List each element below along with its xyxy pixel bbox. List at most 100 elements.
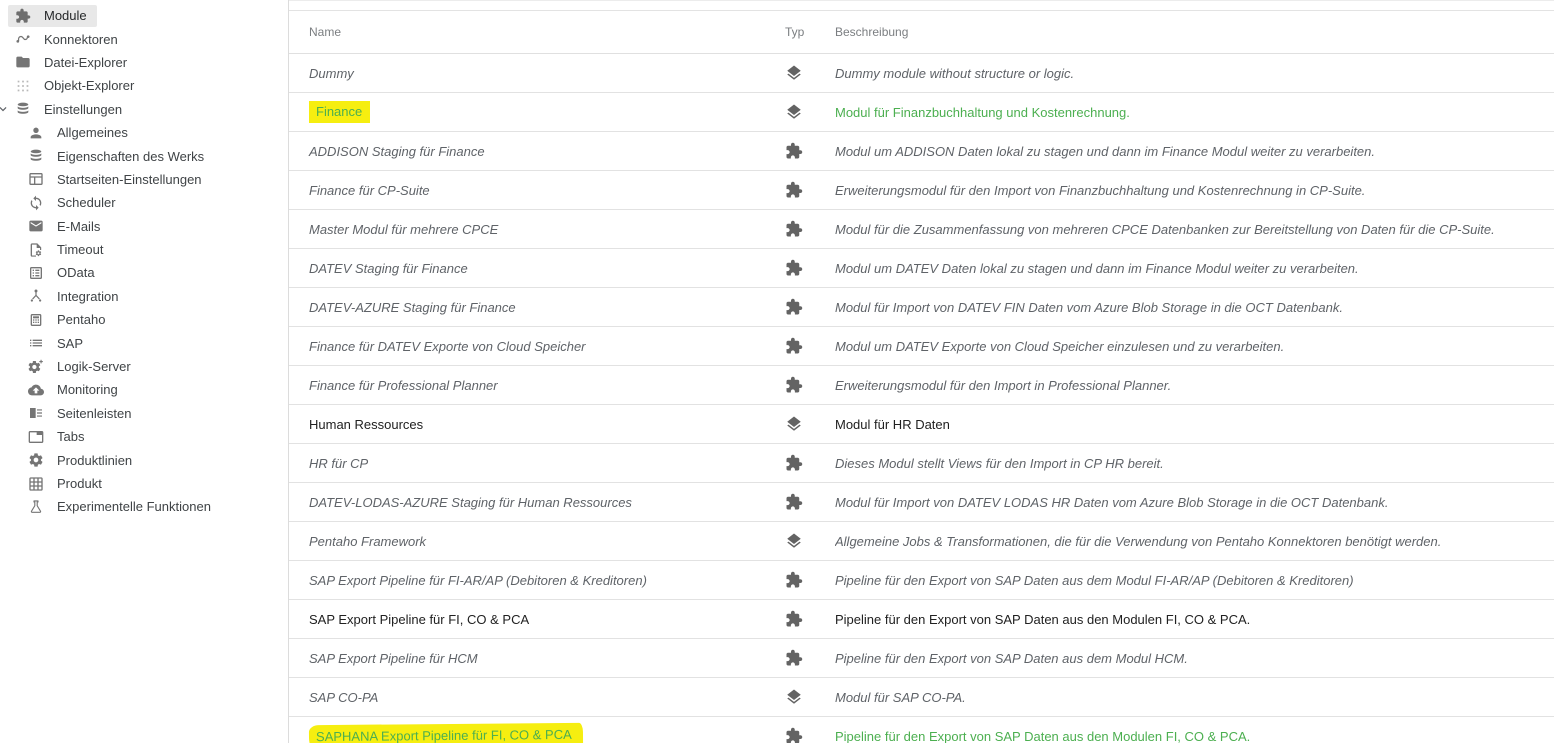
- sidebar-item-logik-server[interactable]: Logik-Server: [0, 355, 288, 378]
- sidebar-item-inner: Konnektoren: [8, 28, 128, 50]
- sidebar-item-inner: Startseiten-Einstellungen: [21, 168, 212, 190]
- module-description: Erweiterungsmodul für den Import von Fin…: [835, 183, 1365, 198]
- table-row-saphana-export-pipeline-für-fi-co-pca[interactable]: SAPHANA Export Pipeline für FI, CO & PCA…: [289, 717, 1554, 743]
- sidebar-item-objekt-explorer[interactable]: Objekt-Explorer: [0, 74, 288, 97]
- sidebar-item-inner: Eigenschaften des Werks: [21, 145, 214, 167]
- sidebar-item-datei-explorer[interactable]: Datei-Explorer: [0, 51, 288, 74]
- table-row-finance-für-cp-suite[interactable]: Finance für CP-Suite Erweiterungsmodul fü…: [289, 171, 1554, 210]
- sidebar-item-startseiten-einstellungen[interactable]: Startseiten-Einstellungen: [0, 168, 288, 191]
- module-description: Modul für die Zusammenfassung von mehrer…: [835, 222, 1495, 237]
- table-row-human-ressources[interactable]: Human RessourcesModul für HR Daten: [289, 405, 1554, 444]
- sidebar-item-label: Konnektoren: [44, 32, 118, 47]
- connector-icon: [15, 31, 31, 47]
- sidebar-item-seitenleisten[interactable]: Seitenleisten: [0, 402, 288, 425]
- table-row-sap-export-pipeline-für-hcm[interactable]: SAP Export Pipeline für HCM Pipeline für …: [289, 639, 1554, 678]
- puzzle-icon: [785, 571, 803, 589]
- module-description: Pipeline für den Export von SAP Daten au…: [835, 573, 1354, 588]
- module-name: SAPHANA Export Pipeline für FI, CO & PCA: [309, 722, 583, 743]
- sidebar-item-inner: Produkt: [21, 473, 112, 495]
- module-description: Pipeline für den Export von SAP Daten au…: [835, 651, 1188, 666]
- sidebar-item-experimentelle-funktionen[interactable]: Experimentelle Funktionen: [0, 495, 288, 518]
- sidebar-item-allgemeines[interactable]: Allgemeines: [0, 121, 288, 144]
- sidebar-item-inner: Datei-Explorer: [8, 51, 137, 73]
- module-description: Pipeline für den Export von SAP Daten au…: [835, 729, 1250, 743]
- sidebar-item-module[interactable]: Module: [0, 4, 288, 27]
- cell-typ: [785, 103, 835, 121]
- cell-beschreibung: Modul um DATEV Daten lokal zu stagen und…: [835, 261, 1554, 276]
- cell-beschreibung: Pipeline für den Export von SAP Daten au…: [835, 651, 1554, 666]
- table-row-addison-staging-für-finance[interactable]: ADDISON Staging für Finance Modul um ADDI…: [289, 132, 1554, 171]
- sidebar-item-pentaho[interactable]: Pentaho: [0, 308, 288, 331]
- sidebar-item-scheduler[interactable]: Scheduler: [0, 191, 288, 214]
- sidebar-item-inner: Experimentelle Funktionen: [21, 496, 221, 518]
- module-description: Allgemeine Jobs & Transformationen, die …: [835, 534, 1441, 549]
- table-row-datev-azure-staging-für-finance[interactable]: DATEV-AZURE Staging für FinanceModul für…: [289, 288, 1554, 327]
- module-name: ADDISON Staging für Finance: [309, 144, 485, 159]
- table-row-hr-für-cp[interactable]: HR für CPDieses Modul stellt Views für d…: [289, 444, 1554, 483]
- module-name: SAP CO-PA: [309, 690, 378, 705]
- cell-name: Finance für CP-Suite: [289, 183, 785, 198]
- sidebar-item-inner: Seitenleisten: [21, 402, 141, 424]
- cell-name: Finance für Professional Planner: [289, 378, 785, 393]
- module-description: Dieses Modul stellt Views für den Import…: [835, 456, 1164, 471]
- expander[interactable]: [0, 102, 10, 116]
- layers-icon: [785, 64, 803, 82]
- table-row-sap-export-pipeline-für-fi-co-pca[interactable]: SAP Export Pipeline für FI, CO & PCAPipe…: [289, 600, 1554, 639]
- sidebar-item-odata[interactable]: OData: [0, 261, 288, 284]
- sidebar-item-label: Monitoring: [57, 382, 118, 397]
- cell-beschreibung: Modul für die Zusammenfassung von mehrer…: [835, 222, 1554, 237]
- table-row-datev-lodas-azure-staging-für-human-ressources[interactable]: DATEV-LODAS-AZURE Staging für Human Ress…: [289, 483, 1554, 522]
- table-row-finance-für-datev-exporte-von-cloud-speicher[interactable]: Finance für DATEV Exporte von Cloud Spei…: [289, 327, 1554, 366]
- sidebar-item-label: Datei-Explorer: [44, 55, 127, 70]
- table-row-pentaho-framework[interactable]: Pentaho Framework Allgemeine Jobs & Trans…: [289, 522, 1554, 561]
- gear-icon: [28, 452, 44, 468]
- table-row-datev-staging-für-finance[interactable]: DATEV Staging für FinanceModul um DATEV …: [289, 249, 1554, 288]
- sidebar-item-produktlinien[interactable]: Produktlinien: [0, 448, 288, 471]
- sidebar-item-label: Logik-Server: [57, 359, 131, 374]
- sidebar-item-label: Startseiten-Einstellungen: [57, 172, 202, 187]
- sidebar-item-eigenschaften-des-werks[interactable]: Eigenschaften des Werks: [0, 144, 288, 167]
- module-name: SAP Export Pipeline für HCM: [309, 651, 478, 666]
- module-name: Pentaho Framework: [309, 534, 426, 549]
- table-row-sap-co-pa[interactable]: SAP CO-PAModul für SAP CO-PA.: [289, 678, 1554, 717]
- column-header-typ: Typ: [785, 25, 835, 39]
- sidebar-item-tabs[interactable]: Tabs: [0, 425, 288, 448]
- module-name: Master Modul für mehrere CPCE: [309, 222, 498, 237]
- cell-beschreibung: Erweiterungsmodul für den Import von Fin…: [835, 183, 1554, 198]
- sidebar-item-e-mails[interactable]: E-Mails: [0, 215, 288, 238]
- sidebar-item-sap[interactable]: SAP: [0, 331, 288, 354]
- table-row-sap-export-pipeline-für-fi-ar-ap-debitoren-kreditoren[interactable]: SAP Export Pipeline für FI-AR/AP (Debito…: [289, 561, 1554, 600]
- cell-beschreibung: Modul um ADDISON Daten lokal zu stagen u…: [835, 144, 1554, 159]
- cell-typ: [785, 259, 835, 277]
- table-row-finance-für-professional-planner[interactable]: Finance für Professional PlannerErweiter…: [289, 366, 1554, 405]
- sidebar-item-label: Objekt-Explorer: [44, 78, 134, 93]
- cell-beschreibung: Modul für Finanzbuchhaltung und Kostenre…: [835, 105, 1554, 120]
- module-description: Dummy module without structure or logic.: [835, 66, 1074, 81]
- person-icon: [28, 125, 44, 141]
- puzzle-icon: [785, 337, 803, 355]
- table-row-master-modul-für-mehrere-cpce[interactable]: Master Modul für mehrere CPCE Modul für d…: [289, 210, 1554, 249]
- sidebar-item-monitoring[interactable]: Monitoring: [0, 378, 288, 401]
- layers-icon: [785, 688, 803, 706]
- flask-icon: [28, 499, 44, 515]
- puzzle-icon: [785, 454, 803, 472]
- sidebar-item-inner: Objekt-Explorer: [8, 75, 144, 97]
- sidebar-item-label: SAP: [57, 336, 83, 351]
- sidebar-item-inner: Monitoring: [21, 379, 128, 401]
- tab-icon: [28, 429, 44, 445]
- sidebar-item-konnektoren[interactable]: Konnektoren: [0, 27, 288, 50]
- puzzle-icon: [785, 610, 803, 628]
- cell-name: Finance für DATEV Exporte von Cloud Spei…: [289, 339, 785, 354]
- sidebar-item-timeout[interactable]: Timeout: [0, 238, 288, 261]
- module-name: DATEV-LODAS-AZURE Staging für Human Ress…: [309, 495, 632, 510]
- cell-typ: [785, 298, 835, 316]
- sidebar-item-label: Produktlinien: [57, 453, 132, 468]
- sidebar-item-produkt[interactable]: Produkt: [0, 472, 288, 495]
- sidebar-item-integration[interactable]: Integration: [0, 285, 288, 308]
- cell-typ: [785, 454, 835, 472]
- cell-name: SAP CO-PA: [289, 690, 785, 705]
- sidebar-item-einstellungen[interactable]: Einstellungen: [0, 98, 288, 121]
- table-row-finance[interactable]: FinanceModul für Finanzbuchhaltung und K…: [289, 93, 1554, 132]
- table-row-dummy[interactable]: DummyDummy module without structure or l…: [289, 54, 1554, 93]
- gear-plus-icon: [28, 359, 44, 375]
